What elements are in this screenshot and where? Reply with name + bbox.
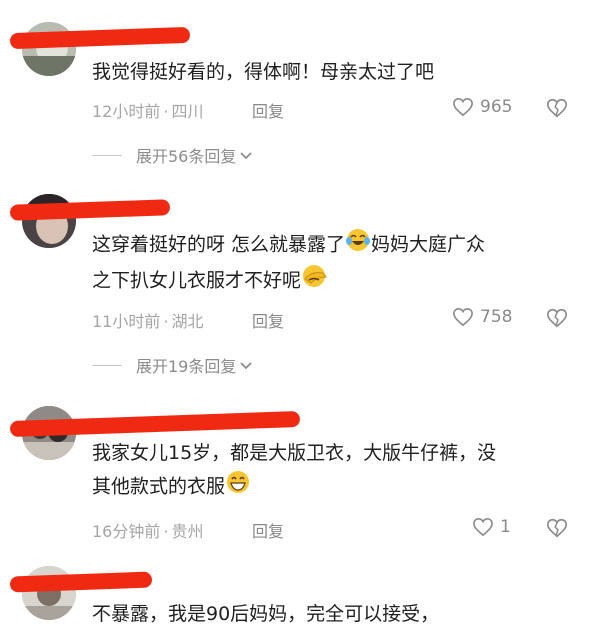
comment-meta: 16分钟前 · 贵州 (92, 522, 204, 541)
expand-replies-button[interactable]: 展开56条回复 (92, 143, 254, 167)
expand-replies-label: 展开19条回复 (136, 357, 237, 376)
comment-text-line: 这穿着挺好的呀 怎么就暴露了 (92, 233, 346, 256)
like-count: 758 (480, 307, 513, 327)
crying-laughing-emoji (345, 227, 371, 263)
comment-text-line: 之下扒女儿衣服才不好呢 (92, 269, 302, 292)
facepalm-emoji (301, 263, 329, 299)
comment-meta: 12小时前 · 四川 (92, 102, 204, 121)
like-button[interactable]: 758 (452, 307, 512, 327)
comment-text: 我觉得挺好看的，得体啊！母亲太过了吧 (92, 61, 435, 83)
like-button[interactable]: 965 (452, 97, 512, 117)
comment-text: 这穿着挺好的呀 怎么就暴露了 妈妈大庭广众 之下扒女儿衣服才不好呢 (92, 227, 485, 299)
expand-replies-label: 展开56条回复 (136, 147, 237, 166)
grinning-emoji (225, 469, 251, 505)
divider-line (92, 364, 122, 366)
heart-icon (453, 307, 473, 327)
expand-replies-button[interactable]: 展开19条回复 (92, 353, 254, 377)
divider-line (92, 154, 122, 156)
reply-button[interactable]: 回复 (252, 518, 284, 542)
chevron-down-icon (240, 152, 253, 160)
dislike-heart-icon[interactable] (546, 307, 568, 329)
comment-text: 不暴露，我是90后妈妈，完全可以接受， (92, 603, 440, 625)
comment-time: 12小时前 (92, 102, 161, 121)
dislike-heart-icon[interactable] (546, 517, 568, 539)
comment-location: 贵州 (171, 522, 204, 541)
like-count: 1 (500, 517, 511, 537)
comment-time: 11小时前 (92, 312, 161, 331)
like-count: 965 (480, 97, 513, 117)
comment-meta: 11小时前 · 湖北 (92, 312, 204, 331)
reply-button[interactable]: 回复 (252, 308, 284, 332)
comment-location: 湖北 (171, 312, 204, 331)
like-button[interactable]: 1 (472, 517, 511, 537)
comment-location: 四川 (171, 102, 204, 121)
comment-text: 我家女儿15岁，都是大版卫衣，大版牛仔裤，没 其他款式的衣服 (92, 437, 496, 505)
heart-icon (453, 97, 473, 117)
chevron-down-icon (240, 362, 253, 370)
heart-icon (473, 517, 493, 537)
comment-text-line: 我家女儿15岁，都是大版卫衣，大版牛仔裤，没 (92, 442, 497, 464)
comment-time: 16分钟前 (92, 522, 161, 541)
comment-text-line: 其他款式的衣服 (92, 475, 226, 498)
reply-button[interactable]: 回复 (252, 98, 284, 122)
dislike-heart-icon[interactable] (546, 97, 568, 119)
comment-text-line: 妈妈大庭广众 (371, 233, 486, 256)
